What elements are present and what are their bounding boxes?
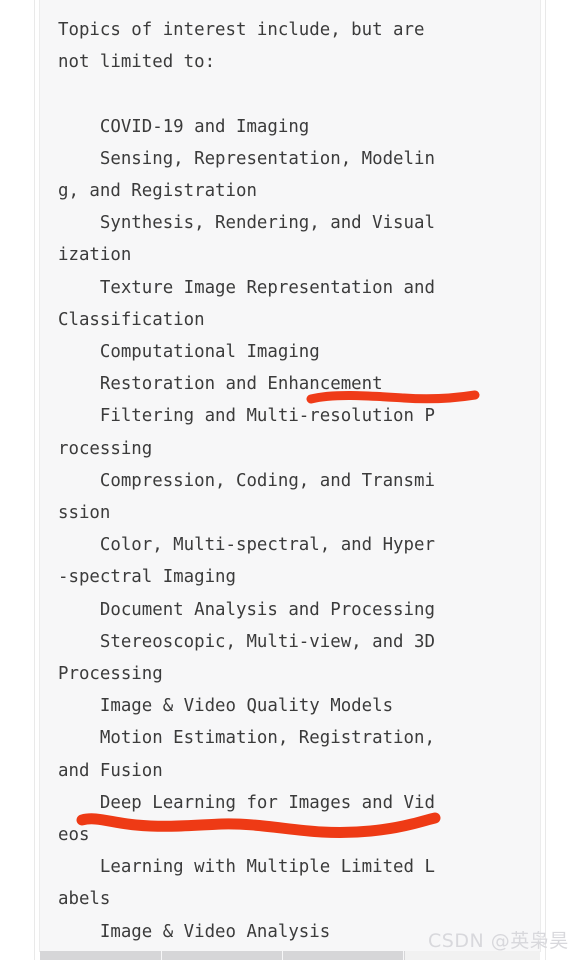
csdn-watermark: CSDN @英枭昊 [428, 930, 569, 952]
code-block-text: Topics of interest include, but are not … [58, 20, 435, 942]
page-gutter-rule-right [545, 0, 546, 960]
scrollbar-tick [282, 951, 283, 960]
scrollbar-tick [161, 951, 162, 960]
page-gutter-rule-left [34, 0, 35, 960]
horizontal-scrollbar-thumb[interactable] [40, 951, 405, 960]
screenshot-root: Topics of interest include, but are not … [0, 0, 581, 960]
code-block[interactable]: Topics of interest include, but are not … [39, 0, 541, 952]
scrollbar-tick [403, 951, 404, 960]
